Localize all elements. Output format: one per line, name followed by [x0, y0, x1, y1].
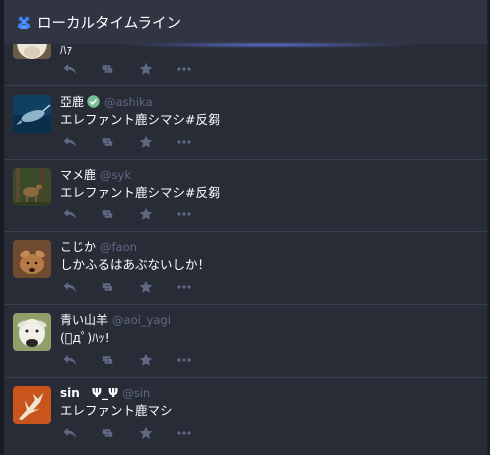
- narwhal-avatar[interactable]: [13, 95, 51, 133]
- status-item[interactable]: 青い山羊 @aoi_yagi (ﾟдﾟ)ﾊｯ!: [4, 305, 487, 378]
- reply-icon[interactable]: [62, 279, 77, 294]
- boost-icon[interactable]: [100, 61, 115, 76]
- favourite-icon[interactable]: [138, 206, 153, 221]
- status-item[interactable]: 亞鹿 @ashika エレファント鹿シマシ#反芻: [4, 86, 487, 160]
- status-header[interactable]: マメ鹿 @syk: [60, 166, 131, 183]
- fawn-avatar[interactable]: [13, 240, 51, 278]
- more-icon[interactable]: [176, 61, 191, 76]
- more-icon[interactable]: [176, 425, 191, 440]
- local-timeline-column: ローカルタイムライン ﾊｧ 亞鹿 @ashika エレファント鹿シマシ#反芻 マ…: [4, 0, 488, 455]
- reply-icon[interactable]: [62, 61, 77, 76]
- favourite-icon[interactable]: [138, 352, 153, 367]
- header-focus-glow: [124, 42, 414, 48]
- column-header[interactable]: ローカルタイムライン: [4, 0, 487, 44]
- antler-avatar[interactable]: [13, 386, 51, 424]
- account-handle[interactable]: @syk: [100, 168, 131, 182]
- display-name[interactable]: sin Ψ_Ψ: [60, 384, 118, 401]
- favourite-icon[interactable]: [138, 134, 153, 149]
- status-item[interactable]: こじか @faon しかふるはあぶないしか！: [4, 232, 487, 305]
- status-actions: [62, 279, 214, 294]
- reply-icon[interactable]: [62, 425, 77, 440]
- reply-icon[interactable]: [62, 206, 77, 221]
- goat-avatar[interactable]: [13, 313, 51, 351]
- status-actions: [62, 425, 214, 440]
- status-actions: [62, 134, 214, 149]
- boost-icon[interactable]: [100, 425, 115, 440]
- deer-forest-avatar[interactable]: [13, 168, 51, 206]
- users-icon: [17, 15, 31, 29]
- more-icon[interactable]: [176, 279, 191, 294]
- favourite-icon[interactable]: [138, 425, 153, 440]
- status-actions: [62, 352, 214, 367]
- status-header[interactable]: 青い山羊 @aoi_yagi: [60, 311, 171, 328]
- status-content: しかふるはあぶないしか！: [60, 257, 211, 272]
- boost-icon[interactable]: [100, 134, 115, 149]
- status-actions: [62, 206, 214, 221]
- status-actions: [62, 61, 214, 76]
- more-icon[interactable]: [176, 134, 191, 149]
- status-content: (ﾟдﾟ)ﾊｯ!: [60, 330, 110, 345]
- boost-icon[interactable]: [100, 206, 115, 221]
- status-item[interactable]: sin Ψ_Ψ @sin エレファント鹿マシ: [4, 378, 487, 455]
- favourite-icon[interactable]: [138, 61, 153, 76]
- boost-icon[interactable]: [100, 279, 115, 294]
- account-handle[interactable]: @faon: [100, 240, 137, 254]
- status-header[interactable]: 亞鹿 @ashika: [60, 93, 153, 110]
- account-handle[interactable]: @sin: [122, 386, 150, 400]
- column-title: ローカルタイムライン: [37, 15, 181, 32]
- reply-icon[interactable]: [62, 134, 77, 149]
- status-content: エレファント鹿シマシ#反芻: [60, 185, 221, 200]
- more-icon[interactable]: [176, 352, 191, 367]
- status-item[interactable]: マメ鹿 @syk エレファント鹿シマシ#反芻: [4, 160, 487, 232]
- status-header[interactable]: sin Ψ_Ψ @sin: [60, 384, 150, 401]
- verified-icon: [87, 95, 100, 108]
- boost-icon[interactable]: [100, 352, 115, 367]
- display-name[interactable]: 青い山羊: [60, 311, 108, 328]
- status-content: エレファント鹿マシ: [60, 403, 173, 418]
- display-name[interactable]: マメ鹿: [60, 166, 96, 183]
- account-handle[interactable]: @ashika: [104, 95, 153, 109]
- more-icon[interactable]: [176, 206, 191, 221]
- reply-icon[interactable]: [62, 352, 77, 367]
- status-content: エレファント鹿シマシ#反芻: [60, 112, 221, 127]
- display-name[interactable]: 亞鹿: [60, 93, 84, 110]
- favourite-icon[interactable]: [138, 279, 153, 294]
- display-name[interactable]: こじか: [60, 238, 96, 255]
- status-header[interactable]: こじか @faon: [60, 238, 137, 255]
- status-item[interactable]: ﾊｧ: [4, 21, 487, 86]
- account-handle[interactable]: @aoi_yagi: [112, 313, 171, 327]
